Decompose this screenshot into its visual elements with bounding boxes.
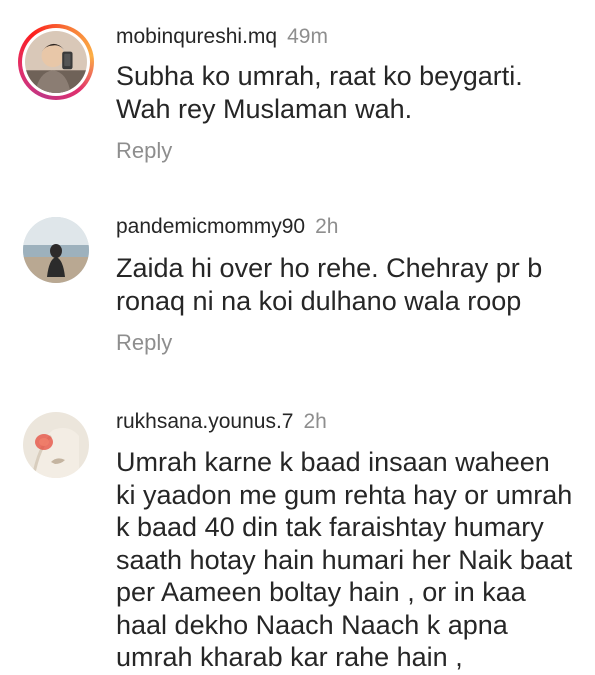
comment-header: pandemicmommy90 2h [116, 214, 338, 240]
comment-timestamp: 2h [315, 215, 339, 238]
username-link[interactable]: rukhsana.younus.7 [116, 410, 293, 433]
avatar [25, 31, 87, 93]
avatar-frame [22, 28, 90, 96]
comment-item: rukhsana.younus.7 2h Umrah karne k baad i… [0, 390, 595, 675]
comment-header: mobinqureshi.mq 49m [116, 24, 328, 50]
comment-timestamp: 2h [303, 410, 327, 433]
avatar[interactable] [23, 412, 89, 478]
reply-button[interactable]: Reply [116, 330, 172, 356]
username-link[interactable]: mobinqureshi.mq [116, 25, 277, 48]
avatar-image [23, 412, 89, 478]
avatar-story-ring[interactable] [18, 24, 94, 100]
comment-item: pandemicmommy90 2h Zaida hi over ho rehe.… [0, 190, 595, 390]
reply-button[interactable]: Reply [116, 138, 172, 164]
comment-header: rukhsana.younus.7 2h [116, 409, 327, 435]
comment-text: Subha ko umrah, raat ko beygarti. Wah re… [116, 61, 523, 124]
comment-timestamp: 49m [287, 25, 328, 48]
username-link[interactable]: pandemicmommy90 [116, 215, 305, 238]
avatar[interactable] [23, 217, 89, 283]
comment-item: mobinqureshi.mq 49m Subha ko umrah, raat … [0, 0, 595, 190]
avatar-image [23, 217, 89, 283]
comment-text: Zaida hi over ho rehe. Chehray pr b rona… [116, 253, 543, 316]
comment-text: Umrah karne k baad insaan waheen ki yaad… [116, 447, 573, 672]
